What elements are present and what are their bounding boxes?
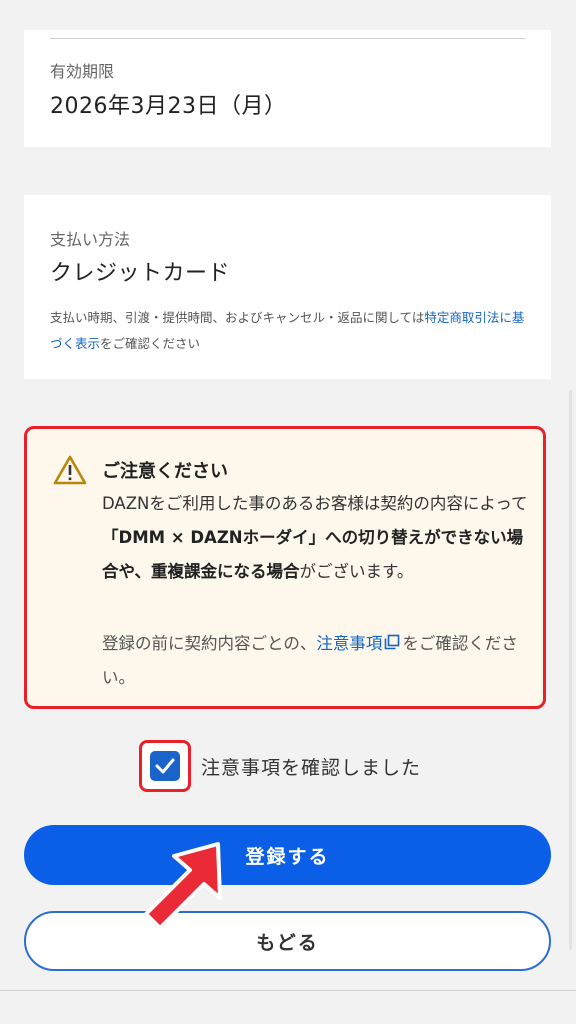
- agreement-checkbox[interactable]: [150, 751, 180, 781]
- precautions-link-label: 注意事項: [316, 634, 383, 653]
- expiry-label: 有効期限: [50, 62, 115, 81]
- expiry-value: 2026年3月23日（月）: [50, 94, 287, 119]
- agreement-row[interactable]: 注意事項を確認しました: [139, 737, 421, 795]
- warning-icon: [53, 455, 87, 485]
- notice-body: DAZNをご利用した事のあるお客様は契約の内容によって「DMM × DAZNホー…: [102, 487, 532, 589]
- notice-body-part1: DAZNをご利用した事のあるお客様は契約の内容によって: [102, 494, 528, 513]
- checkmark-icon: [155, 758, 175, 774]
- notice-box: ご注意ください DAZNをご利用した事のあるお客様は契約の内容によって「DMM …: [24, 426, 546, 709]
- notice-confirm-text: 登録の前に契約内容ごとの、注意事項 をご確認ください。: [102, 627, 532, 695]
- external-window-icon: [385, 634, 400, 650]
- payment-card: 支払い方法 クレジットカード 支払い時期、引渡・提供時間、およびキャンセル・返品…: [24, 195, 551, 379]
- checkbox-highlight: [139, 740, 191, 792]
- payment-value: クレジットカード: [50, 261, 231, 286]
- payment-note-prefix: 支払い時期、引渡・提供時間、およびキャンセル・返品に関しては: [50, 310, 425, 325]
- register-button[interactable]: 登録する: [24, 825, 551, 885]
- precautions-link[interactable]: 注意事項: [316, 634, 402, 653]
- notice-body-part2: がございます。: [299, 562, 414, 581]
- scrollbar[interactable]: [569, 390, 572, 950]
- agreement-label[interactable]: 注意事項を確認しました: [201, 753, 421, 780]
- back-button[interactable]: もどる: [24, 911, 551, 971]
- pointer-arrow-icon: [144, 842, 222, 930]
- notice-confirm-prefix: 登録の前に契約内容ごとの、: [102, 634, 317, 653]
- expiry-card: 有効期限 2026年3月23日（月）: [24, 30, 551, 147]
- bottom-divider: [0, 990, 576, 991]
- notice-title: ご注意ください: [102, 461, 228, 482]
- payment-label: 支払い方法: [50, 230, 131, 249]
- payment-note: 支払い時期、引渡・提供時間、およびキャンセル・返品に関しては特定商取引法に基づく…: [50, 305, 527, 357]
- divider: [50, 38, 525, 39]
- payment-note-suffix: をご確認ください: [100, 336, 201, 351]
